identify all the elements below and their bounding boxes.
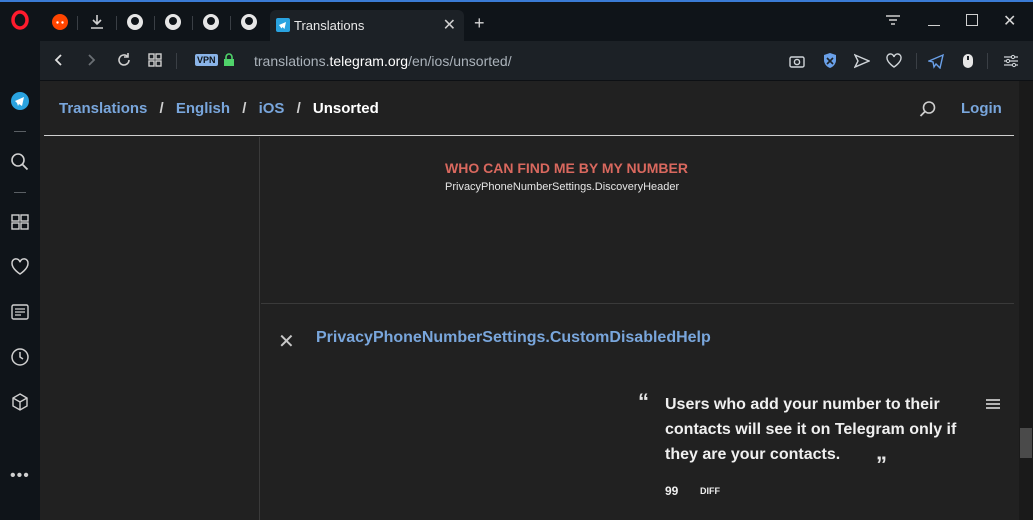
reddit-icon[interactable] bbox=[51, 13, 69, 31]
header-divider bbox=[44, 135, 1014, 136]
column-divider bbox=[259, 137, 260, 520]
section-header-value[interactable]: WHO CAN FIND ME BY MY NUMBER bbox=[445, 160, 688, 176]
mouse-extension-icon[interactable] bbox=[961, 52, 975, 70]
tab-title: Translations bbox=[294, 18, 365, 33]
page-content: Translations / English / iOS / Unsorted … bbox=[40, 81, 1019, 520]
vpn-badge[interactable]: VPN bbox=[195, 54, 218, 66]
heart-icon[interactable] bbox=[886, 53, 902, 69]
diff-button[interactable]: DIFF bbox=[700, 486, 720, 496]
translation-text[interactable]: Users who add your number to their conta… bbox=[665, 392, 975, 467]
browser-tab-bar: Translations ✕ + ✕ bbox=[0, 0, 1033, 41]
breadcrumb-english[interactable]: English bbox=[176, 100, 230, 117]
tab-bar-accent-line bbox=[0, 0, 1033, 2]
breadcrumb-separator: / bbox=[296, 100, 301, 117]
maximize-icon[interactable] bbox=[966, 14, 978, 26]
breadcrumb-unsorted: Unsorted bbox=[312, 100, 379, 117]
easy-setup-icon[interactable] bbox=[1003, 53, 1019, 69]
history-clock-icon[interactable] bbox=[10, 347, 30, 367]
tab-menu-icon[interactable] bbox=[885, 13, 901, 29]
news-icon[interactable] bbox=[10, 302, 30, 322]
breadcrumb-separator: / bbox=[242, 100, 247, 117]
speed-dial-icon[interactable] bbox=[10, 212, 30, 232]
row-divider bbox=[261, 303, 1014, 304]
scrollbar-thumb[interactable] bbox=[1020, 428, 1032, 458]
github-icon[interactable] bbox=[126, 13, 144, 31]
telegram-icon bbox=[276, 18, 290, 32]
telegram-sidebar-icon[interactable] bbox=[10, 91, 30, 111]
close-icon[interactable]: ✕ bbox=[278, 329, 295, 354]
send-icon[interactable] bbox=[854, 53, 870, 69]
breadcrumb-ios[interactable]: iOS bbox=[259, 100, 285, 117]
lock-icon[interactable] bbox=[223, 53, 235, 67]
url-field[interactable]: translations.telegram.org/en/ios/unsorte… bbox=[254, 53, 512, 69]
camera-icon[interactable] bbox=[789, 53, 805, 69]
entry-key-title[interactable]: PrivacyPhoneNumberSettings.CustomDisable… bbox=[316, 329, 711, 347]
github-icon[interactable] bbox=[240, 13, 258, 31]
download-icon[interactable] bbox=[88, 13, 106, 31]
reload-icon[interactable] bbox=[116, 52, 132, 68]
github-icon[interactable] bbox=[164, 13, 182, 31]
opera-logo-icon[interactable] bbox=[10, 10, 30, 30]
back-icon[interactable] bbox=[52, 53, 66, 67]
extensions-cube-icon[interactable] bbox=[10, 392, 30, 412]
login-link[interactable]: Login bbox=[961, 100, 1002, 117]
quote-open-mark: “ bbox=[638, 389, 649, 414]
forward-icon[interactable] bbox=[84, 53, 98, 67]
section-header-key: PrivacyPhoneNumberSettings.DiscoveryHead… bbox=[445, 181, 680, 193]
active-tab[interactable]: Translations ✕ bbox=[270, 10, 464, 41]
shield-icon[interactable] bbox=[822, 52, 838, 69]
vote-count: 99 bbox=[665, 484, 679, 498]
breadcrumb-translations[interactable]: Translations bbox=[59, 100, 147, 117]
quote-close-mark: ” bbox=[876, 452, 887, 477]
search-icon[interactable] bbox=[10, 152, 30, 172]
bookmarks-heart-icon[interactable] bbox=[10, 257, 30, 277]
search-icon[interactable] bbox=[919, 100, 937, 118]
tab-close-icon[interactable]: ✕ bbox=[443, 15, 456, 35]
window-close-icon[interactable]: ✕ bbox=[1003, 11, 1016, 31]
address-bar: VPN translations.telegram.org/en/ios/uns… bbox=[40, 41, 1033, 81]
browser-sidebar: ••• bbox=[0, 41, 40, 520]
minimize-icon[interactable] bbox=[928, 25, 940, 26]
github-icon[interactable] bbox=[202, 13, 220, 31]
more-options-icon[interactable]: ••• bbox=[10, 467, 30, 485]
breadcrumb: Translations / English / iOS / Unsorted bbox=[59, 100, 387, 117]
tab-grid-icon[interactable] bbox=[147, 52, 163, 68]
telegram-extension-icon[interactable] bbox=[928, 53, 944, 69]
new-tab-icon[interactable]: + bbox=[474, 13, 485, 34]
hamburger-menu-icon[interactable] bbox=[985, 397, 1001, 411]
breadcrumb-separator: / bbox=[159, 100, 164, 117]
